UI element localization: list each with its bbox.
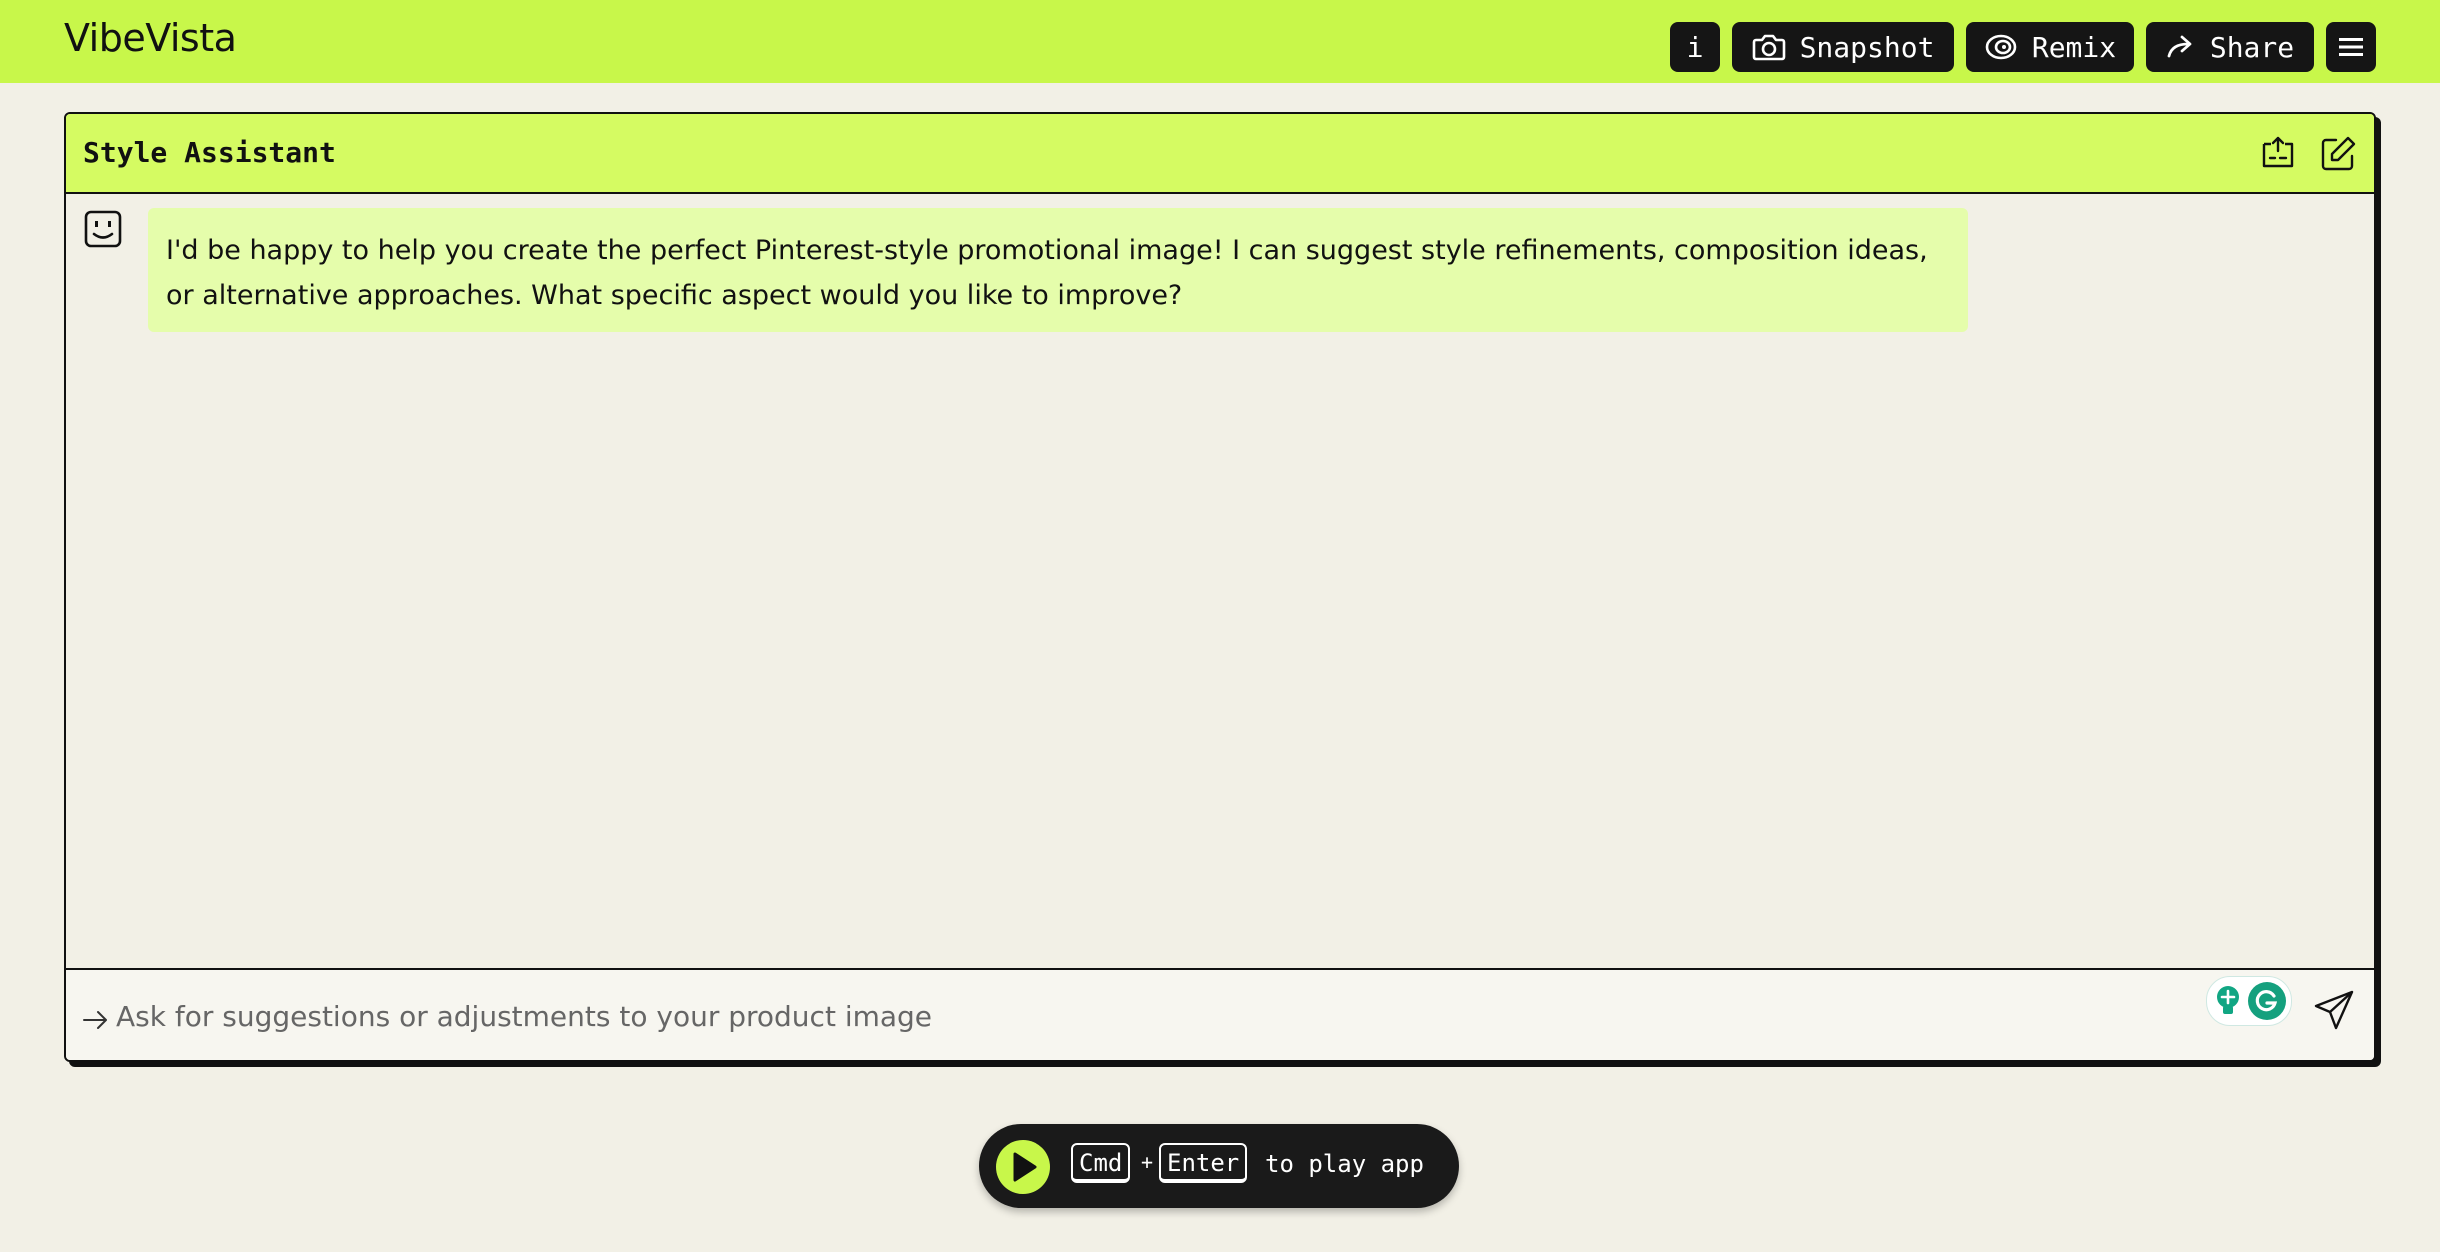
- menu-button[interactable]: [2326, 22, 2376, 72]
- panel-header: Style Assistant: [66, 114, 2374, 194]
- enter-key: Enter: [1159, 1143, 1248, 1183]
- style-assistant-panel: Style Assistant I'd be happy to help you…: [64, 112, 2376, 1062]
- play-hint-text: to play app: [1265, 1150, 1424, 1178]
- share-arrow-icon: [2167, 35, 2192, 58]
- cmd-key: Cmd: [1071, 1143, 1131, 1183]
- menu-icon: [2339, 38, 2363, 56]
- snapshot-button[interactable]: Snapshot: [1732, 22, 1954, 72]
- info-label: i: [1686, 30, 1704, 64]
- send-icon[interactable]: [2312, 988, 2356, 1032]
- remix-button[interactable]: Remix: [1966, 22, 2134, 72]
- plus-sign: +: [1141, 1150, 1154, 1174]
- chat-input-row: [66, 968, 2374, 1060]
- info-button[interactable]: i: [1670, 22, 1720, 72]
- grammarly-icon: [2248, 982, 2286, 1020]
- arrow-right-icon: [83, 1011, 107, 1029]
- share-label: Share: [2209, 30, 2295, 64]
- edit-icon[interactable]: [2318, 134, 2358, 174]
- play-app-hint: Cmd + Enter to play app: [979, 1124, 1459, 1208]
- app-title: VibeVista: [64, 16, 237, 60]
- assistant-message: I'd be happy to help you create the perf…: [148, 208, 1968, 332]
- snapshot-label: Snapshot: [1799, 30, 1935, 64]
- remix-icon: [1985, 34, 2017, 60]
- grammarly-widget[interactable]: [2206, 976, 2292, 1026]
- camera-icon: [1752, 34, 1785, 61]
- play-icon: [1013, 1152, 1037, 1182]
- collapse-panel-icon[interactable]: [2258, 134, 2298, 174]
- share-button[interactable]: Share: [2146, 22, 2314, 72]
- smiley-bot-icon: [84, 210, 122, 248]
- top-bar: VibeVista i Snapshot Remix Share: [0, 0, 2440, 83]
- lightbulb-icon: [2217, 986, 2239, 1014]
- remix-label: Remix: [2031, 30, 2117, 64]
- play-button[interactable]: [996, 1140, 1050, 1194]
- panel-title: Style Assistant: [83, 136, 336, 169]
- chat-input[interactable]: [114, 992, 2218, 1040]
